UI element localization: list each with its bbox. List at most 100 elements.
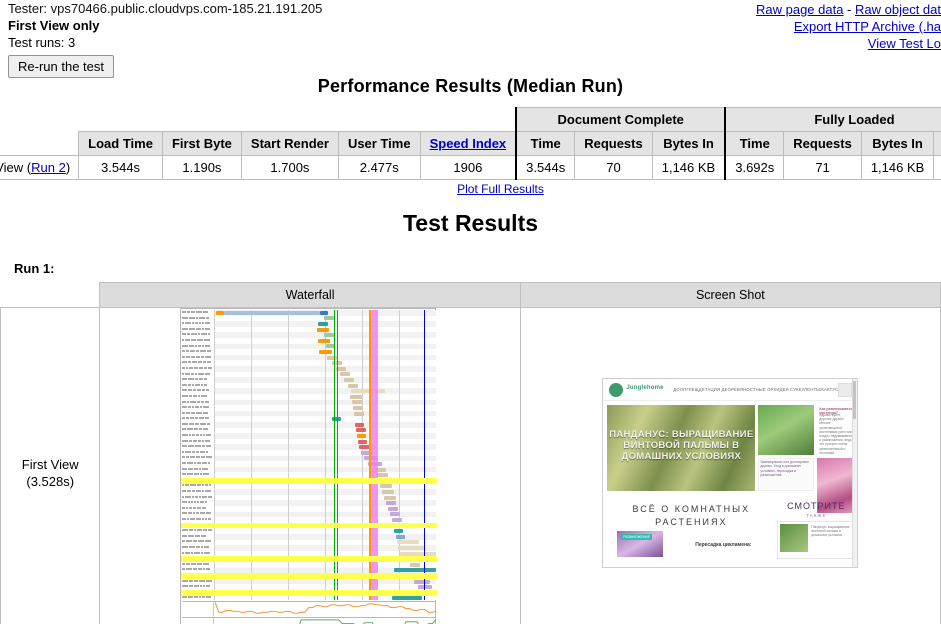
export-http-archive-link[interactable]: Export HTTP Archive (.ha <box>794 19 941 34</box>
value-dc-requests: 70 <box>574 155 653 180</box>
waterfall-request-bar[interactable] <box>394 568 437 573</box>
group-header-row: Document Complete Fully Loaded <box>0 107 941 132</box>
waterfall-request-bar[interactable] <box>324 316 335 321</box>
waterfall-request-bar[interactable] <box>358 439 368 444</box>
waterfall-request-bar[interactable] <box>320 310 329 315</box>
column-header-start-render: Start Render <box>240 131 339 156</box>
group-spacer-cell <box>162 108 241 132</box>
value-load-time: 3.544s <box>78 155 163 180</box>
waterfall-request-bar[interactable] <box>344 378 355 382</box>
first-view-only-label: First View only <box>8 18 100 33</box>
waterfall-request-bar[interactable] <box>400 551 437 556</box>
waterfall-request-bar[interactable] <box>398 546 425 550</box>
waterfall-request-bar[interactable] <box>418 585 433 590</box>
waterfall-request-bar[interactable] <box>390 512 401 517</box>
value-fl-time: 3.692s <box>724 155 785 180</box>
table-row: First View (Run 2) 3.544s 1.190s 1.700s … <box>0 155 941 180</box>
group-header-document-complete: Document Complete <box>515 107 727 132</box>
waterfall-row-label <box>182 366 214 372</box>
waterfall-request-bar[interactable] <box>348 383 359 388</box>
waterfall-request-bar[interactable] <box>392 518 403 522</box>
view-test-log-link[interactable]: View Test Lo <box>868 36 941 51</box>
waterfall-cell[interactable] <box>99 307 521 624</box>
value-dc-bytes-in: 1,146 KB <box>651 155 727 180</box>
waterfall-request-bar[interactable] <box>350 394 363 399</box>
waterfall-request-bar[interactable] <box>354 411 365 416</box>
waterfall-request-bar[interactable] <box>388 506 399 511</box>
waterfall-request-bar[interactable] <box>356 428 367 433</box>
waterfall-row-label <box>182 517 214 523</box>
performance-results-table: Document Complete Fully Loaded Load Time… <box>0 107 941 180</box>
waterfall-highlighted-row <box>181 590 438 596</box>
group-spacer-cell <box>338 108 420 132</box>
column-header-fl-time: Time <box>724 131 785 156</box>
site-search-icon <box>838 383 853 397</box>
waterfall-request-bar[interactable] <box>324 333 335 338</box>
waterfall-request-bar[interactable] <box>317 327 330 332</box>
screenshot-scrollbar[interactable] <box>852 379 858 567</box>
group-spacer-cell <box>420 108 516 132</box>
group-spacer-cell <box>79 108 163 132</box>
waterfall-request-bar[interactable] <box>397 540 420 545</box>
waterfall-row-label <box>182 372 214 378</box>
first-view-name: First View <box>21 457 79 472</box>
waterfall-request-bar[interactable] <box>410 562 421 567</box>
waterfall-row-label <box>182 539 214 545</box>
section-heading: ВСЁ О КОМНАТНЫХ РАСТЕНИЯХ <box>632 504 751 527</box>
value-fl-requests: 71 <box>783 155 862 180</box>
waterfall-request-bar[interactable] <box>352 400 363 405</box>
waterfall-chart[interactable] <box>180 308 440 624</box>
waterfall-request-bar[interactable] <box>327 355 338 360</box>
first-view-time: (3.528s) <box>26 474 75 489</box>
value-fl-bytes-in: 1,146 KB <box>860 155 935 180</box>
waterfall-request-bar[interactable] <box>318 322 329 326</box>
promo-card-text: Замио​кулькас или долларовое дерево. Ухо… <box>760 460 810 478</box>
bandwidth-chart-label <box>182 618 215 624</box>
plot-full-results-link[interactable]: Plot Full Results <box>457 182 544 196</box>
waterfall-request-bar[interactable] <box>319 350 333 354</box>
waterfall-request-bar[interactable] <box>351 389 386 394</box>
waterfall-request-bar[interactable] <box>414 579 431 584</box>
bandwidth-chart-plot <box>215 618 437 624</box>
waterfall-request-bar[interactable] <box>380 484 393 489</box>
export-har-row: Export HTTP Archive (.ha <box>681 18 941 35</box>
waterfall-request-bar[interactable] <box>384 495 397 500</box>
run-2-link[interactable]: Run 2 <box>31 160 66 175</box>
waterfall-request-bar[interactable] <box>318 338 331 343</box>
scrollbar-thumb[interactable] <box>853 381 857 419</box>
waterfall-request-bar[interactable] <box>357 434 367 438</box>
screenshot-cell[interactable]: Junglehome ДООПГЛЕЩДЕТАЦИЯ ДЕОРЕВЯНОСТНЫ… <box>519 307 941 624</box>
performance-table-wrap: Document Complete Fully Loaded Load Time… <box>0 107 941 180</box>
waterfall-request-bar[interactable] <box>382 490 395 494</box>
waterfall-row-label <box>182 567 214 573</box>
column-header-speed-index[interactable]: Speed Index <box>419 131 517 156</box>
row-label-first-view: First View (Run 2) <box>0 155 80 180</box>
waterfall-highlighted-row <box>181 556 438 562</box>
waterfall-request-bar[interactable] <box>355 422 365 427</box>
waterfall-request-bar[interactable] <box>392 596 423 600</box>
waterfall-highlighted-row <box>181 573 438 579</box>
waterfall-request-bar[interactable] <box>386 501 397 506</box>
waterfall-request-bar[interactable] <box>340 372 351 377</box>
rerun-test-button[interactable]: Re-run the test <box>8 55 114 78</box>
waterfall-request-bar[interactable] <box>394 529 404 534</box>
results-header-row: Waterfall Screen Shot <box>0 282 941 308</box>
waterfall-row-label <box>182 316 214 322</box>
cpu-line-svg <box>214 601 437 614</box>
tester-line: Tester: vps70466.public.cloudvps.com-185… <box>8 1 323 16</box>
value-cost[interactable]: $$$-- <box>933 155 941 180</box>
waterfall-request-bar[interactable] <box>216 310 225 315</box>
waterfall-row-label <box>182 495 214 501</box>
raw-page-data-link[interactable]: Raw page data <box>756 2 843 17</box>
waterfall-request-bar[interactable] <box>396 534 406 539</box>
waterfall-row-label <box>182 489 214 495</box>
group-spacer-cell <box>0 108 79 132</box>
raw-object-data-link[interactable]: Raw object dat <box>855 2 941 17</box>
waterfall-request-bar[interactable] <box>353 406 364 410</box>
screenshot-thumbnail[interactable]: Junglehome ДООПГЛЕЩДЕТАЦИЯ ДЕОРЕВЯНОСТНЫ… <box>602 378 859 568</box>
waterfall-row-label <box>182 360 214 366</box>
waterfall-row-label <box>182 528 214 534</box>
speed-index-link[interactable]: Speed Index <box>430 136 507 151</box>
waterfall-request-bar[interactable] <box>224 310 321 315</box>
waterfall-row-label <box>182 439 214 445</box>
